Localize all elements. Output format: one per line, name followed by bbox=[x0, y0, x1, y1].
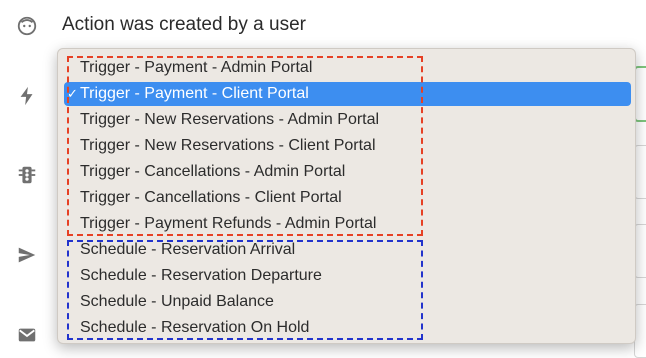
menu-item-trigger-new-reservations-admin[interactable]: Trigger - New Reservations - Admin Porta… bbox=[64, 108, 631, 132]
page-title: Action was created by a user bbox=[62, 14, 306, 35]
menu-item-schedule-reservation-on-hold[interactable]: Schedule - Reservation On Hold bbox=[64, 316, 631, 340]
checkmark-icon: ✓ bbox=[67, 86, 78, 101]
traffic-light-icon bbox=[16, 164, 38, 186]
menu-item-schedule-reservation-arrival[interactable]: Schedule - Reservation Arrival bbox=[64, 238, 631, 262]
menu-item-label: Trigger - Payment - Client Portal bbox=[80, 85, 309, 102]
menu-item-schedule-reservation-departure[interactable]: Schedule - Reservation Departure bbox=[64, 264, 631, 288]
menu-item-trigger-new-reservations-client[interactable]: Trigger - New Reservations - Client Port… bbox=[64, 134, 631, 158]
menu-item-schedule-unpaid-balance[interactable]: Schedule - Unpaid Balance bbox=[64, 290, 631, 314]
menu-item-trigger-cancellations-client[interactable]: Trigger - Cancellations - Client Portal bbox=[64, 186, 631, 210]
bolt-icon bbox=[16, 85, 38, 107]
mail-icon bbox=[16, 324, 38, 346]
face-icon bbox=[16, 15, 38, 37]
menu-item-trigger-cancellations-admin[interactable]: Trigger - Cancellations - Admin Portal bbox=[64, 160, 631, 184]
menu-item-trigger-payment-refunds-admin[interactable]: Trigger - Payment Refunds - Admin Portal bbox=[64, 212, 631, 236]
send-icon bbox=[16, 244, 38, 266]
menu-item-trigger-payment-client[interactable]: ✓ Trigger - Payment - Client Portal bbox=[64, 82, 631, 106]
menu-item-trigger-payment-admin[interactable]: Trigger - Payment - Admin Portal bbox=[64, 56, 631, 80]
trigger-dropdown-menu[interactable]: Trigger - Payment - Admin Portal ✓ Trigg… bbox=[57, 48, 636, 344]
